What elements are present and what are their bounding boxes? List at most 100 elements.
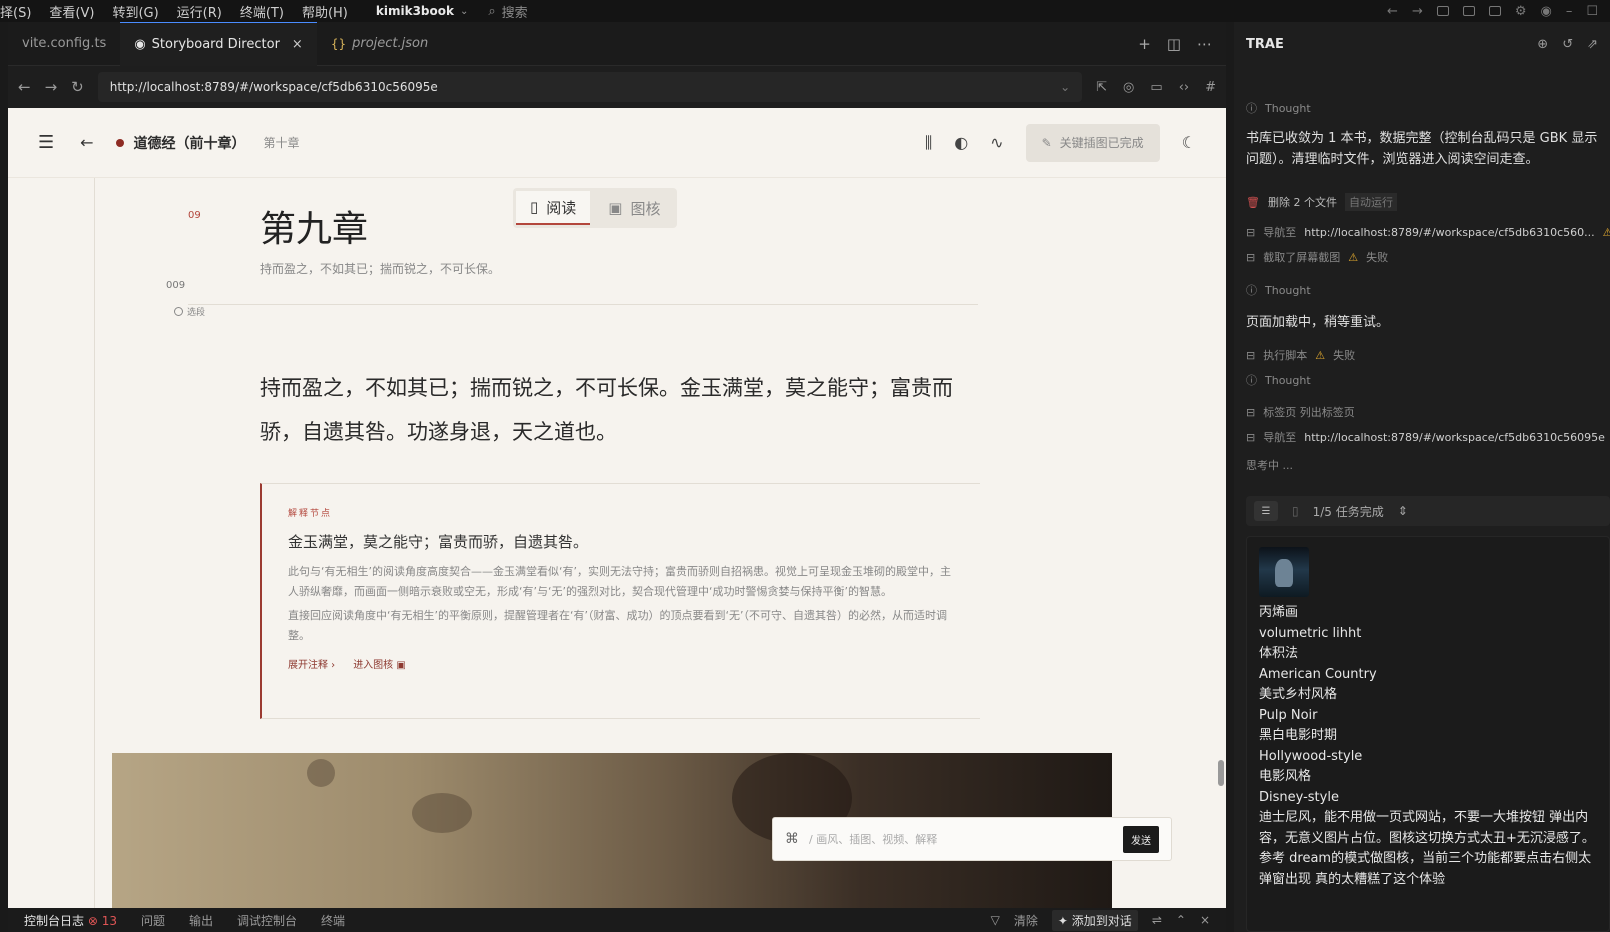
bottom-panel-tabs: 控制台日志 ⊗ 13 问题 输出 调试控制台 终端 ▽ 清除 ✦ 添加到对话 ⇌… bbox=[8, 908, 1226, 932]
menu-icon[interactable]: ☰ bbox=[38, 132, 54, 153]
mode-graph-tab[interactable]: ▣ 图核 bbox=[594, 191, 674, 225]
screenshot-step[interactable]: ⊟ 截取了屏幕截图 ⚠ 失败 bbox=[1246, 249, 1388, 265]
close-icon[interactable]: × bbox=[292, 37, 303, 52]
chevron-down-icon[interactable]: ⌄ bbox=[460, 6, 468, 17]
url-input[interactable]: http://localhost:8789/#/workspace/cf5db6… bbox=[97, 72, 1083, 102]
thought-item[interactable]: ⓘ Thought bbox=[1246, 100, 1311, 116]
close-icon[interactable]: × bbox=[1200, 913, 1210, 927]
back-arrow-icon[interactable]: ← bbox=[80, 133, 93, 152]
chapter-marker: 09 bbox=[188, 210, 201, 221]
menu-select[interactable]: 择(S) bbox=[0, 2, 31, 21]
texture-spot bbox=[412, 793, 472, 833]
menu-goto[interactable]: 转到(G) bbox=[112, 2, 158, 21]
back-icon[interactable]: ← bbox=[18, 78, 31, 96]
account-icon[interactable]: ◉ bbox=[1541, 4, 1552, 19]
chapter-label: 第十章 bbox=[263, 136, 300, 150]
split-editor-icon[interactable]: ◫ bbox=[1167, 35, 1181, 53]
code-icon[interactable]: ‹› bbox=[1179, 80, 1189, 95]
chapter-title: 第九章 bbox=[260, 209, 369, 250]
back-icon[interactable]: ← bbox=[1387, 4, 1398, 19]
expand-notes-link[interactable]: 展开注释 › bbox=[288, 656, 335, 671]
settings-icon[interactable]: ⚙ bbox=[1515, 4, 1527, 19]
history-icon[interactable]: ↺ bbox=[1562, 37, 1573, 52]
auto-run-badge: 自动运行 bbox=[1344, 193, 1397, 211]
chevron-down-icon[interactable]: ⌄ bbox=[1060, 80, 1070, 94]
layout-left-icon[interactable] bbox=[1436, 6, 1449, 16]
status-dot bbox=[115, 138, 124, 147]
select-passage[interactable]: 选段 bbox=[174, 305, 205, 318]
attached-image-thumbnail[interactable] bbox=[1259, 547, 1309, 597]
more-icon[interactable]: ⋯ bbox=[1197, 35, 1212, 53]
thought-item[interactable]: ⓘ Thought bbox=[1246, 282, 1311, 298]
clear-button[interactable]: 清除 bbox=[1014, 912, 1038, 929]
tab-problems[interactable]: 问题 bbox=[141, 912, 165, 929]
tab-project-json[interactable]: {} project.json bbox=[317, 22, 442, 66]
user-line: 丙烯画 bbox=[1259, 605, 1299, 620]
new-chat-icon[interactable]: ⊕ bbox=[1537, 37, 1548, 52]
add-to-chat-button[interactable]: ✦ 添加到对话 bbox=[1051, 909, 1138, 931]
moon-icon[interactable]: ☾ bbox=[1182, 133, 1196, 152]
chat-input[interactable]: ⌘ / 画风、插图、视频、解释 发送 bbox=[772, 817, 1172, 861]
navigate-step[interactable]: ⊟ 导航至 http://localhost:8789/#/workspace/cf… bbox=[1246, 429, 1610, 445]
tab-output[interactable]: 输出 bbox=[189, 912, 213, 929]
select-label: 选段 bbox=[187, 308, 206, 318]
exec-script-step[interactable]: ⊟ 执行脚本 ⚠ 失败 bbox=[1246, 347, 1355, 363]
command-search[interactable]: ⌕ 搜索 bbox=[488, 2, 527, 21]
maximize-icon[interactable]: ☐ bbox=[1586, 4, 1598, 19]
step-label: 截取了屏幕截图 bbox=[1263, 251, 1341, 264]
browser-icon: ⊟ bbox=[1246, 250, 1256, 264]
library-icon[interactable]: ⫼ bbox=[925, 133, 932, 153]
window-controls: ← → ⚙ ◉ – ☐ bbox=[1387, 0, 1610, 22]
url-text: http://localhost:8789/#/workspace/cf5db6… bbox=[109, 80, 438, 94]
task-progress-bar[interactable]: ☰ ▯ 1/5 任务完成 ⇕ bbox=[1246, 496, 1610, 526]
forward-icon[interactable]: → bbox=[45, 78, 58, 96]
illustrations-done-button[interactable]: ✎ 关键插图已完成 bbox=[1025, 123, 1160, 162]
send-button[interactable]: 发送 bbox=[1123, 825, 1159, 853]
device-icon[interactable]: ▭ bbox=[1150, 80, 1162, 95]
tab-vite-config[interactable]: vite.config.ts bbox=[8, 22, 120, 66]
new-tab-icon[interactable]: + bbox=[1138, 35, 1151, 53]
enter-graph-link[interactable]: 进入图核 ▣ bbox=[353, 656, 406, 671]
tab-debug-console[interactable]: 调试控制台 bbox=[237, 912, 297, 929]
settings-icon[interactable]: ⇌ bbox=[1152, 913, 1162, 927]
layout-right-icon[interactable] bbox=[1488, 6, 1501, 16]
thought-item[interactable]: ⓘ Thought bbox=[1246, 372, 1311, 388]
project-switcher[interactable]: kimik3book bbox=[376, 4, 454, 18]
chevron-up-icon[interactable]: ⌃ bbox=[1176, 913, 1186, 927]
list-icon[interactable]: ☰ bbox=[1254, 501, 1278, 521]
hash-icon[interactable]: # bbox=[1205, 80, 1216, 95]
page-scrollbar[interactable] bbox=[1218, 178, 1224, 908]
tab-console-log[interactable]: 控制台日志 ⊗ 13 bbox=[24, 912, 117, 929]
palette-icon[interactable]: ◐ bbox=[954, 133, 968, 152]
list-tabs-step[interactable]: ⊟ 标签页 列出标签页 bbox=[1246, 404, 1355, 420]
activity-icon[interactable]: ∿ bbox=[990, 133, 1003, 152]
minimize-icon[interactable]: – bbox=[1566, 4, 1573, 19]
editor-tabbar: vite.config.ts ◉ Storyboard Director × {… bbox=[8, 21, 1226, 66]
inspect-icon[interactable]: ⇱ bbox=[1096, 80, 1107, 95]
annotation-label: 解释节点 bbox=[288, 509, 333, 519]
menu-run[interactable]: 运行(R) bbox=[177, 2, 222, 21]
browser-icon: ⊟ bbox=[1246, 348, 1256, 362]
mode-read-tab[interactable]: ▯ 阅读 bbox=[516, 191, 591, 225]
record-icon[interactable]: ◎ bbox=[1123, 80, 1134, 95]
reload-icon[interactable]: ↻ bbox=[71, 78, 84, 96]
step-label: 导航至 bbox=[1263, 226, 1297, 239]
forward-icon[interactable]: → bbox=[1412, 4, 1423, 19]
popout-icon[interactable]: ⇗ bbox=[1587, 37, 1598, 52]
menu-view[interactable]: 查看(V) bbox=[49, 2, 94, 21]
tab-storyboard-director[interactable]: ◉ Storyboard Director × bbox=[120, 21, 317, 66]
doc-icon[interactable]: ▯ bbox=[1292, 504, 1299, 518]
step-label: 标签页 列出标签页 bbox=[1263, 406, 1355, 419]
navigate-step[interactable]: ⊟ 导航至 http://localhost:8789/#/workspace/cf… bbox=[1246, 224, 1610, 240]
layout-bottom-icon[interactable] bbox=[1462, 6, 1475, 16]
menu-help[interactable]: 帮助(H) bbox=[302, 2, 348, 21]
delete-files-step[interactable]: 🗑 删除 2 个文件 自动运行 bbox=[1246, 193, 1397, 211]
info-icon: ⓘ bbox=[1246, 284, 1257, 297]
tab-label: vite.config.ts bbox=[22, 36, 107, 51]
menu-terminal[interactable]: 终端(T) bbox=[240, 2, 284, 21]
scrollbar-thumb[interactable] bbox=[1218, 760, 1224, 786]
filter-icon[interactable]: ▽ bbox=[991, 913, 1000, 927]
link-label: 进入图核 bbox=[353, 660, 394, 671]
user-line: Pulp Noir bbox=[1259, 707, 1318, 723]
tab-terminal[interactable]: 终端 bbox=[321, 912, 345, 929]
